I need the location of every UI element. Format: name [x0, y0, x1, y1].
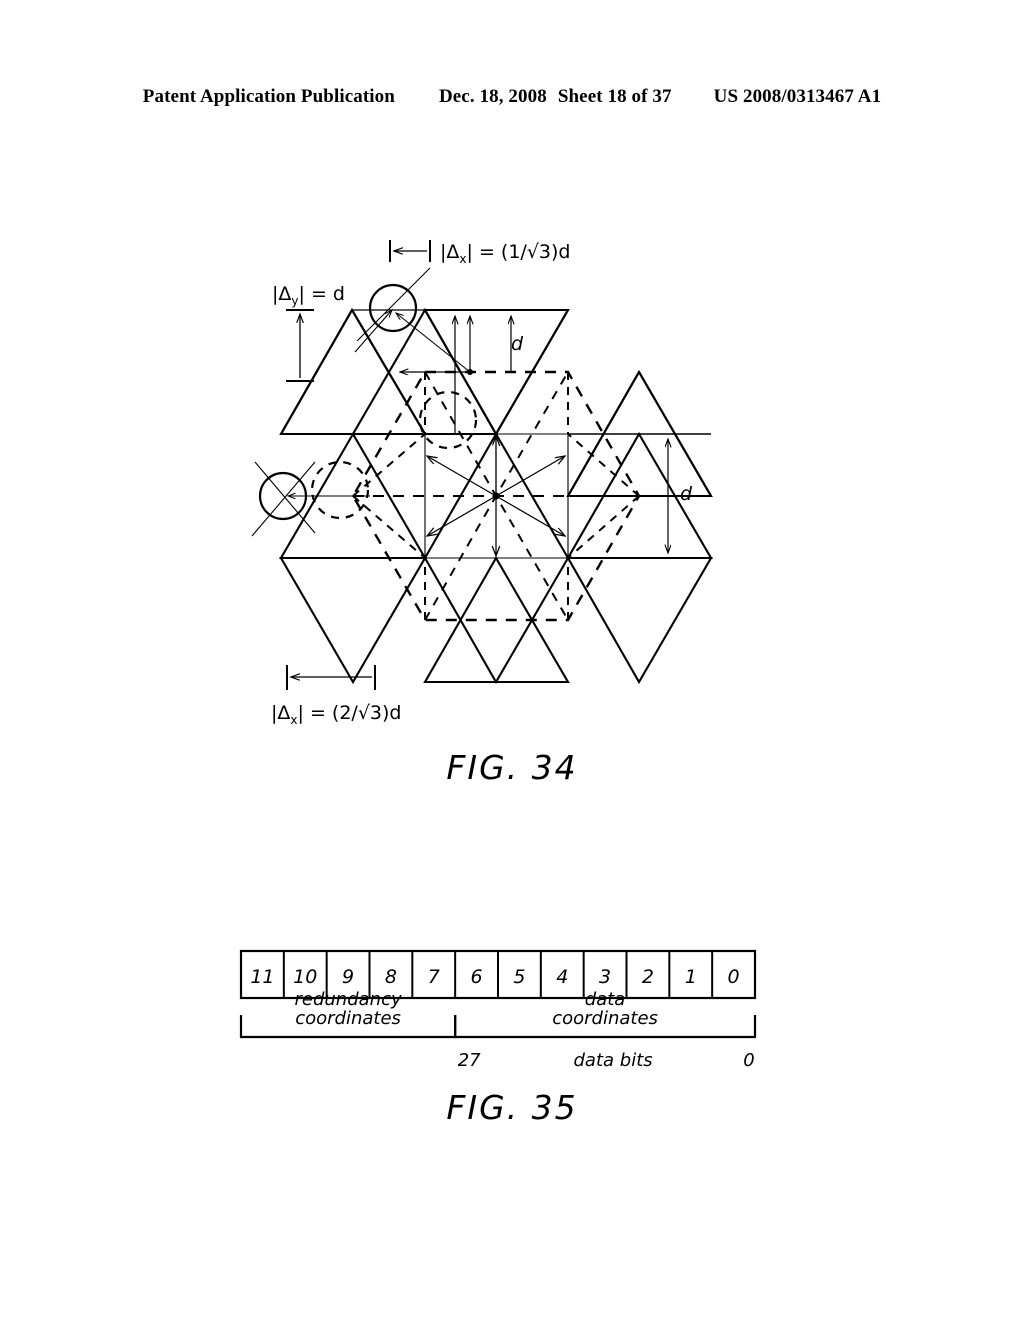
figure-34-drawing: |Δx| = (1/√3)d |Δy| = d |Δx| = (2/√3)d d… — [251, 240, 713, 727]
footer-bit-0: 0 — [743, 1050, 754, 1071]
table-cell-6: 6 — [471, 966, 483, 988]
table-cell-4: 4 — [556, 966, 568, 988]
table-cell-11: 11 — [250, 966, 274, 988]
footer-bit-27: 27 — [458, 1050, 481, 1071]
label-delta-y-left: |Δy| = d — [272, 283, 345, 308]
table-cell-10: 10 — [293, 966, 317, 988]
table-cell-1: 1 — [685, 966, 697, 988]
table-cell-9: 9 — [342, 966, 354, 988]
label-delta-x-top: |Δx| = (1/√3)d — [440, 241, 571, 266]
label-delta-x-bottom: |Δx| = (2/√3)d — [271, 702, 402, 727]
table-cell-0: 0 — [728, 966, 740, 988]
label-d-top: d — [511, 333, 524, 355]
data-coordinates-label: data coordinates — [552, 989, 658, 1029]
footer-data-bits-label: data bits — [574, 1050, 653, 1071]
label-d-right: d — [680, 483, 693, 505]
redundancy-coordinates-label: redundancy coordinates — [295, 989, 402, 1029]
figure-35-caption: FIG. 35 — [446, 1088, 578, 1127]
table-cell-5: 5 — [513, 966, 525, 988]
patent-page: Patent Application Publication Dec. 18, … — [0, 0, 1024, 1320]
table-cell-7: 7 — [428, 966, 440, 988]
figure-34-caption: FIG. 34 — [446, 748, 578, 787]
table-cell-3: 3 — [599, 966, 611, 988]
table-cell-8: 8 — [385, 966, 397, 988]
table-cell-2: 2 — [642, 966, 654, 988]
